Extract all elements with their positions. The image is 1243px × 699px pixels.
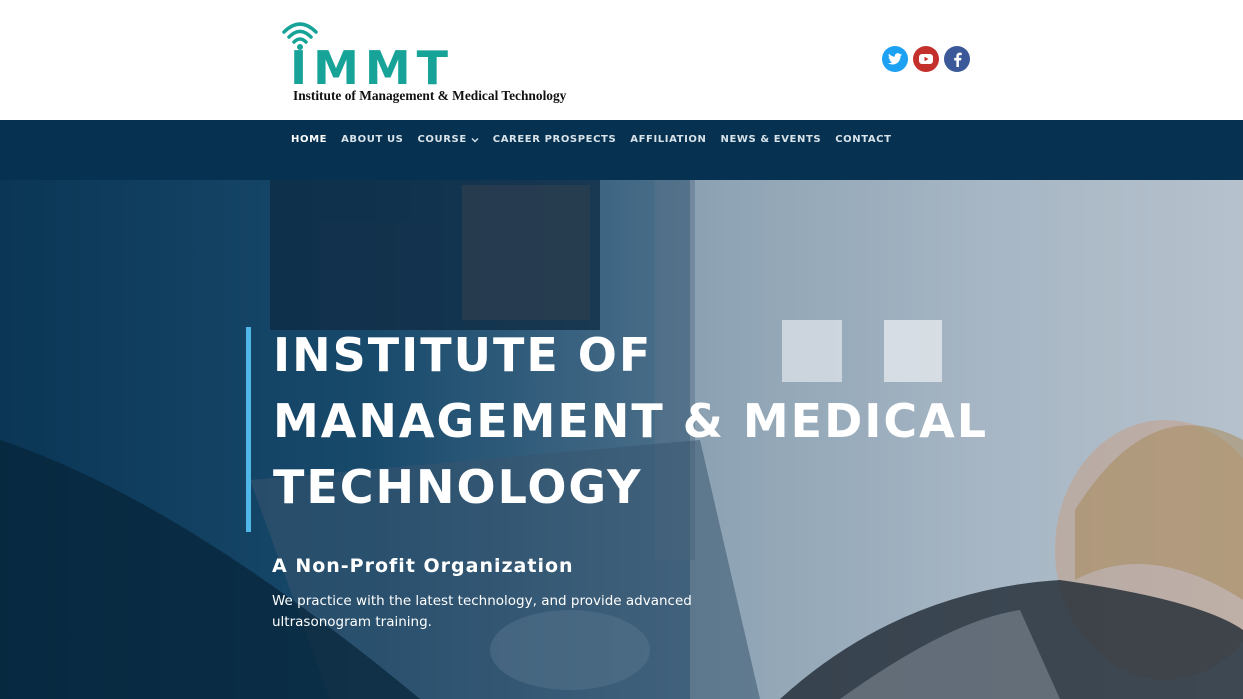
nav-item-label: COURSE xyxy=(417,134,467,145)
hero-description-line: We practice with the latest technology, … xyxy=(272,593,692,609)
social-links xyxy=(882,46,970,72)
nav-item-label: NEWS & EVENTS xyxy=(720,134,822,145)
nav-item-news-events[interactable]: NEWS & EVENTS xyxy=(720,134,821,145)
nav-item-label: ABOUT US xyxy=(341,134,404,145)
nav-item-home[interactable]: HOME xyxy=(291,134,327,145)
nav-item-affiliation[interactable]: AFFILIATION xyxy=(630,134,706,145)
twitter-icon xyxy=(888,53,902,65)
twitter-link[interactable] xyxy=(882,46,908,72)
youtube-link[interactable] xyxy=(913,46,939,72)
hero-title-line: INSTITUTE OF xyxy=(273,328,653,382)
site-logo[interactable]: IMMT Institute of Management & Medical T… xyxy=(280,18,590,108)
hero-title-line: TECHNOLOGY xyxy=(273,460,643,514)
hero-subtitle: A Non-Profit Organization xyxy=(272,555,574,577)
hero-title: INSTITUTE OF MANAGEMENT & MEDICAL TECHNO… xyxy=(273,322,1033,520)
logo-letters: IMMT xyxy=(290,41,455,95)
nav-item-label: AFFILIATION xyxy=(630,134,707,145)
nav-item-label: CONTACT xyxy=(835,134,892,145)
hero-title-line: MANAGEMENT & MEDICAL xyxy=(273,394,989,448)
logo-tagline: Institute of Management & Medical Techno… xyxy=(293,88,567,103)
youtube-icon xyxy=(919,54,933,64)
facebook-link[interactable] xyxy=(944,46,970,72)
facebook-icon xyxy=(953,52,962,67)
hero-description-line: ultrasonogram training. xyxy=(272,614,432,630)
nav-item-label: CAREER PROSPECTS xyxy=(492,134,617,145)
hero-accent-bar xyxy=(246,327,251,532)
nav-items: HOME ABOUT US COURSE CAREER PROSPECTS AF… xyxy=(291,134,892,145)
nav-item-about-us[interactable]: ABOUT US xyxy=(341,134,403,145)
hero-section: INSTITUTE OF MANAGEMENT & MEDICAL TECHNO… xyxy=(0,180,1243,699)
chevron-down-icon xyxy=(471,137,479,142)
nav-item-label: HOME xyxy=(291,134,328,145)
nav-item-career-prospects[interactable]: CAREER PROSPECTS xyxy=(493,134,616,145)
nav-item-course[interactable]: COURSE xyxy=(417,134,479,145)
site-header: IMMT Institute of Management & Medical T… xyxy=(0,0,1243,120)
nav-item-contact[interactable]: CONTACT xyxy=(835,134,891,145)
hero-description: We practice with the latest technology, … xyxy=(272,591,712,633)
main-nav: HOME ABOUT US COURSE CAREER PROSPECTS AF… xyxy=(0,120,1243,180)
